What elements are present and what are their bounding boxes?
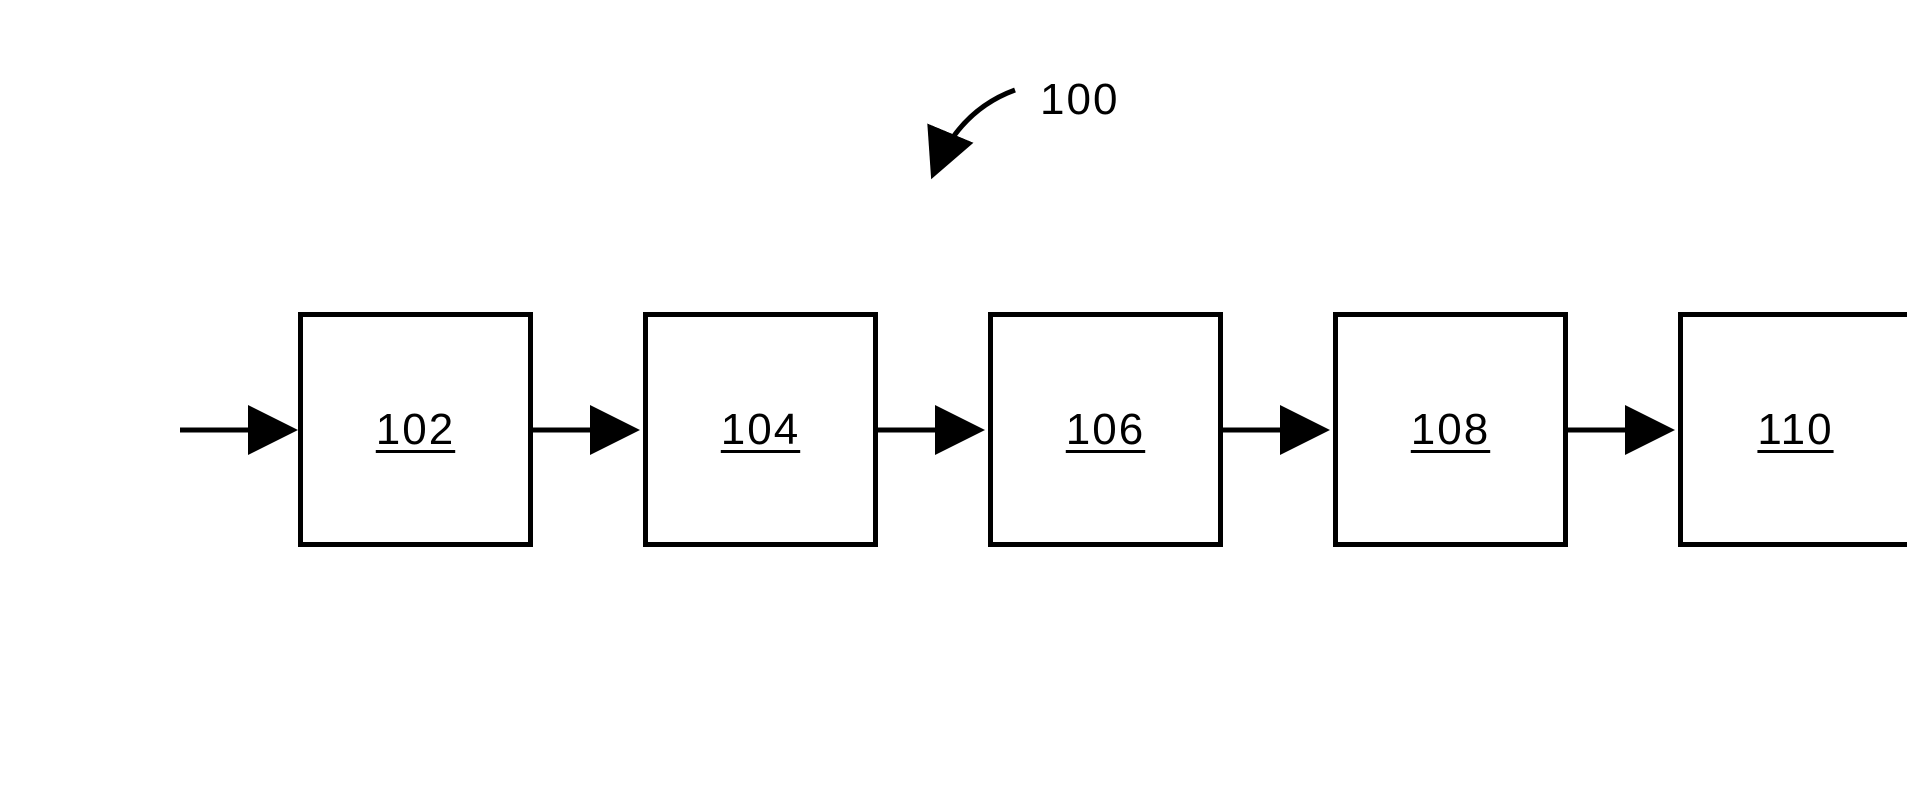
block-label: 104: [721, 405, 800, 455]
block-label: 106: [1066, 405, 1145, 455]
connectors: [0, 0, 1907, 802]
block-102: 102: [298, 312, 533, 547]
block-104: 104: [643, 312, 878, 547]
diagram-reference-number: 100: [1040, 75, 1119, 125]
block-106: 106: [988, 312, 1223, 547]
block-110: 110: [1678, 312, 1907, 547]
block-label: 110: [1757, 405, 1833, 455]
block-108: 108: [1333, 312, 1568, 547]
block-diagram: 100 102 104 106 108 110: [0, 0, 1907, 802]
block-label: 102: [376, 405, 455, 455]
block-label: 108: [1411, 405, 1490, 455]
